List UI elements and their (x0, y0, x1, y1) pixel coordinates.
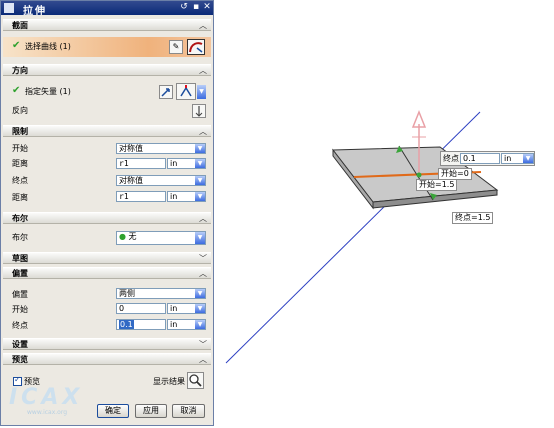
unit-value: in (170, 159, 178, 168)
end-distance-unit-select[interactable]: in ▼ (167, 191, 206, 202)
reverse-direction-label: 反向 (12, 106, 28, 115)
start-label: 开始 (12, 144, 28, 153)
section-title: 方向 (12, 66, 28, 75)
checkmark-icon: ✓ (14, 375, 21, 384)
start-distance-label: 开始=1.5 (416, 179, 458, 191)
chevron-down-icon: ▼ (195, 304, 205, 313)
vector-dialog-icon[interactable] (159, 85, 173, 99)
offset-end-input[interactable]: 0.1 (116, 319, 166, 330)
section-header-direction[interactable]: 方向 ︿ (3, 64, 211, 76)
section-header-section[interactable]: 截面 ︿ (3, 19, 211, 31)
boolean-value: 无 (128, 232, 137, 241)
graphics-viewport[interactable] (214, 0, 554, 428)
end-onscreen-input-box: 终点 0.1 in ▼ (440, 151, 535, 166)
dialog-title-bar[interactable]: 拉伸 ↺ ▪ ✕ (1, 1, 213, 17)
chevron-up-icon: ︿ (199, 355, 207, 364)
offset-end-unit-select[interactable]: in ▼ (167, 319, 206, 330)
unit-value: in (170, 320, 178, 329)
offset-start-input[interactable]: 0 (116, 303, 166, 314)
section-header-limits[interactable]: 限制 ︿ (3, 125, 211, 137)
close-icon[interactable]: ✕ (201, 2, 213, 13)
sketch-section-icon[interactable]: ✎ (169, 40, 183, 54)
extrude-app-icon (4, 3, 14, 13)
offset-label: 偏置 (12, 290, 28, 299)
select-curve-label: 选择曲线 (1) (25, 42, 71, 51)
end-onscreen-label: 终点 (443, 154, 459, 163)
section-title: 布尔 (12, 214, 28, 223)
dialog-title: 拉伸 (23, 6, 47, 17)
cancel-button[interactable]: 取消 (172, 404, 205, 418)
extrude-dialog: 拉伸 ↺ ▪ ✕ 截面 ︿ ✔ 选择曲线 (1) ✎ 方向 ︿ ✔ 指定矢量 (… (0, 0, 214, 426)
reset-icon[interactable]: ↺ (178, 2, 190, 13)
reverse-direction-icon[interactable] (192, 104, 206, 118)
show-result-button[interactable] (187, 372, 204, 389)
boolean-select[interactable]: ● 无 ▼ (116, 231, 206, 245)
chevron-up-icon: ︿ (199, 66, 207, 75)
chevron-down-icon: ▼ (523, 154, 533, 163)
specify-vector-label: 指定矢量 (1) (25, 87, 71, 96)
vector-type-icon[interactable] (176, 83, 196, 100)
section-title: 草图 (12, 254, 28, 263)
offset-type-select[interactable]: 两侧 ▼ (116, 288, 206, 299)
select-curve-row[interactable]: ✔ 选择曲线 (1) ✎ (3, 37, 211, 57)
chevron-up-icon: ︿ (199, 21, 207, 30)
start-type-value: 对称值 (119, 144, 143, 153)
chevron-down-icon: ﹀ (199, 340, 207, 349)
boolean-label: 布尔 (12, 233, 28, 242)
chevron-up-icon: ︿ (199, 127, 207, 136)
chevron-down-icon: ▼ (195, 176, 205, 185)
start-distance-input[interactable]: r1 (116, 158, 166, 169)
chevron-up-icon: ︿ (199, 269, 207, 278)
chevron-down-icon: ▼ (195, 192, 205, 201)
end-type-select[interactable]: 对称值 ▼ (116, 175, 206, 186)
show-result-label: 显示结果 (153, 377, 185, 386)
section-title: 设置 (12, 340, 28, 349)
chevron-down-icon: ▼ (195, 144, 205, 153)
ok-button[interactable]: 确定 (97, 404, 129, 418)
check-icon: ✔ (12, 85, 21, 96)
distance-label: 距离 (12, 193, 28, 202)
end-distance-input[interactable]: r1 (116, 191, 166, 202)
vector-dropdown-chevron-icon[interactable]: ▼ (197, 85, 206, 99)
magnifier-icon (189, 374, 202, 387)
chevron-down-icon: ﹀ (199, 254, 207, 263)
end-type-value: 对称值 (119, 176, 143, 185)
chevron-up-icon: ︿ (199, 214, 207, 223)
end-onscreen-value-input[interactable]: 0.1 (460, 153, 500, 164)
section-header-boolean[interactable]: 布尔 ︿ (3, 212, 211, 224)
check-icon: ✔ (12, 40, 21, 51)
offset-end-label: 终点 (12, 321, 28, 330)
chevron-down-icon: ▼ (195, 159, 205, 168)
section-header-offset[interactable]: 偏置 ︿ (3, 267, 211, 279)
icax-watermark-url: www.icax.org (27, 409, 68, 416)
offset-type-value: 两侧 (119, 289, 135, 298)
section-title: 偏置 (12, 269, 28, 278)
chevron-down-icon: ▼ (195, 289, 205, 298)
unit-value: in (504, 154, 512, 163)
origin-point (416, 172, 422, 178)
offset-start-unit-select[interactable]: in ▼ (167, 303, 206, 314)
offset-start-label: 开始 (12, 305, 28, 314)
chevron-down-icon: ▼ (195, 320, 205, 329)
section-title: 预览 (12, 355, 28, 364)
start-distance-unit-select[interactable]: in ▼ (167, 158, 206, 169)
unit-value: in (170, 304, 178, 313)
section-header-draft[interactable]: 草图 ﹀ (3, 252, 211, 264)
unit-value: in (170, 192, 178, 201)
end-distance-label: 终点=1.5 (452, 212, 494, 224)
section-header-preview[interactable]: 预览 ︿ (3, 353, 211, 365)
chevron-down-icon: ▼ (195, 232, 205, 244)
distance-label: 距离 (12, 159, 28, 168)
curve-select-icon[interactable] (187, 39, 205, 55)
section-title: 截面 (12, 21, 28, 30)
icax-watermark: ICAX (9, 385, 84, 410)
section-title: 限制 (12, 127, 28, 136)
boolean-none-icon: ● (119, 232, 126, 241)
offset-end-value-selected: 0.1 (119, 320, 134, 329)
start-type-select[interactable]: 对称值 ▼ (116, 143, 206, 154)
apply-button[interactable]: 应用 (135, 404, 167, 418)
end-label: 终点 (12, 176, 28, 185)
end-onscreen-unit-select[interactable]: in ▼ (501, 153, 534, 164)
section-header-settings[interactable]: 设置 ﹀ (3, 338, 211, 350)
